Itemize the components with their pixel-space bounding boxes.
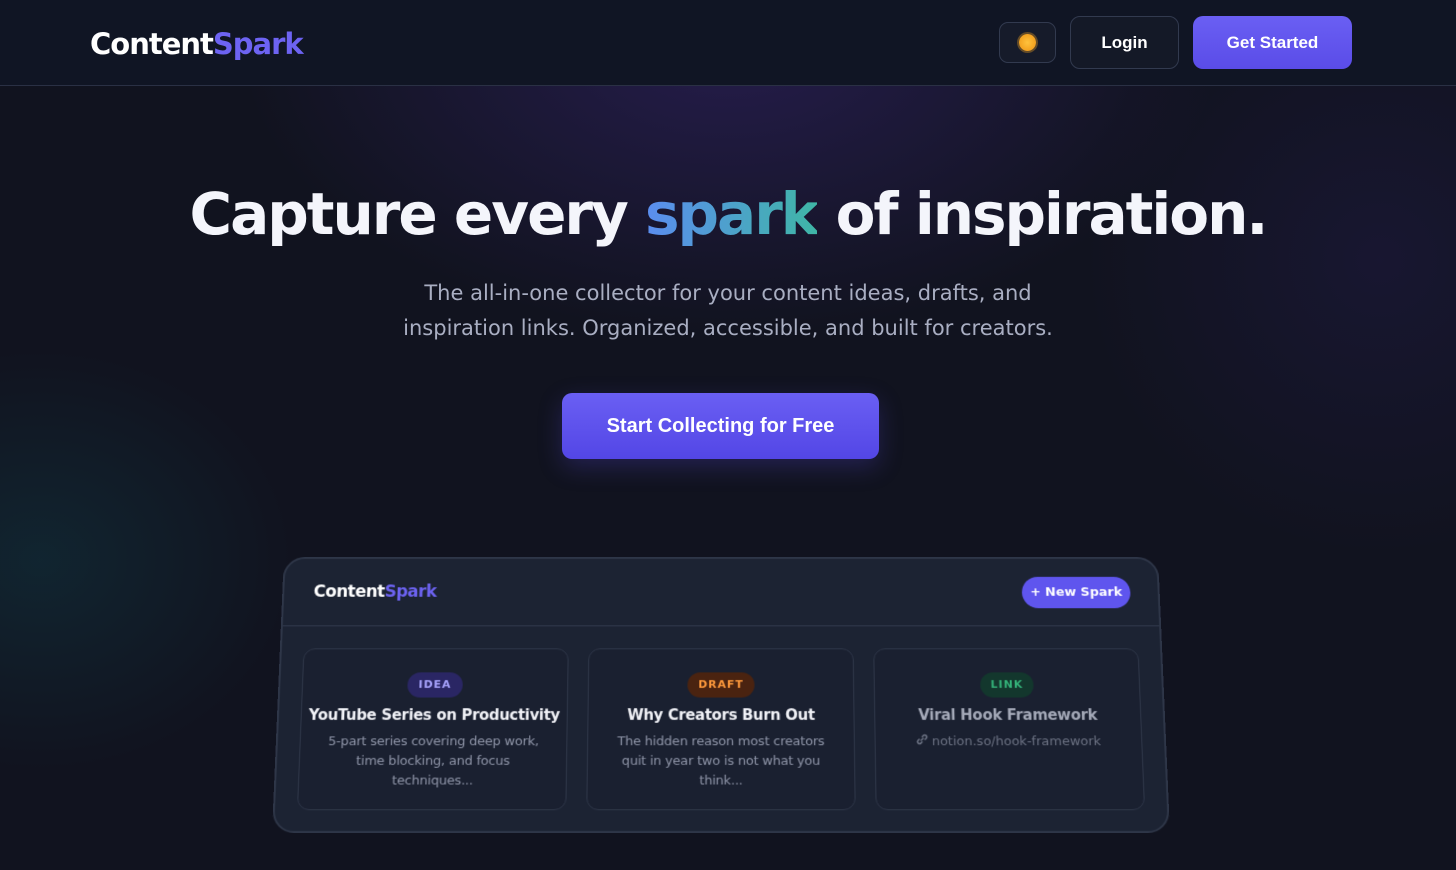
- app-preview: ContentSpark + New Spark IDEA YouTube Se…: [272, 557, 1170, 833]
- get-started-button[interactable]: Get Started: [1193, 16, 1352, 69]
- preview-logo-part1: Content: [313, 582, 385, 602]
- card-description: The hidden reason most creators quit in …: [617, 734, 825, 789]
- spark-card-draft[interactable]: DRAFT Why Creators Burn Out The hidden r…: [586, 648, 856, 811]
- preview-logo: ContentSpark: [313, 583, 436, 602]
- theme-toggle-button[interactable]: [999, 22, 1056, 63]
- preview-logo-part2: Spark: [384, 582, 437, 602]
- sun-icon: [1019, 34, 1036, 51]
- hero-title: Capture every spark of inspiration.: [0, 180, 1456, 248]
- draft-tag: DRAFT: [687, 672, 755, 698]
- hero-title-after: of inspiration.: [817, 180, 1269, 248]
- preview-header: ContentSpark + New Spark: [282, 558, 1160, 627]
- idea-tag: IDEA: [407, 672, 463, 698]
- card-title: YouTube Series on Productivity: [308, 706, 561, 724]
- spark-card-link[interactable]: LINK Viral Hook Framework notion.so/hook…: [873, 648, 1146, 811]
- new-spark-button[interactable]: + New Spark: [1021, 576, 1132, 609]
- login-button[interactable]: Login: [1070, 16, 1179, 69]
- card-description: 5-part series covering deep work, time b…: [327, 734, 539, 789]
- hero-title-highlight: spark: [645, 180, 819, 248]
- start-collecting-button[interactable]: Start Collecting for Free: [562, 393, 879, 459]
- card-title: Viral Hook Framework: [918, 706, 1098, 724]
- card-title: Why Creators Burn Out: [627, 706, 815, 724]
- spark-card-idea[interactable]: IDEA YouTube Series on Productivity 5-pa…: [296, 648, 569, 811]
- brand-logo-part2: Spark: [212, 27, 304, 61]
- card-link-url[interactable]: notion.so/hook-framework: [932, 734, 1102, 749]
- top-navbar: ContentSpark Login Get Started: [0, 0, 1456, 86]
- brand-logo[interactable]: ContentSpark: [90, 27, 304, 61]
- hero-title-before: Capture every: [189, 180, 646, 248]
- card-link[interactable]: notion.so/hook-framework: [876, 734, 1142, 750]
- link-icon: [916, 734, 928, 750]
- brand-logo-part1: Content: [90, 27, 214, 61]
- hero-subtitle: The all-in-one collector for your conten…: [403, 281, 1053, 340]
- link-tag: LINK: [979, 672, 1035, 698]
